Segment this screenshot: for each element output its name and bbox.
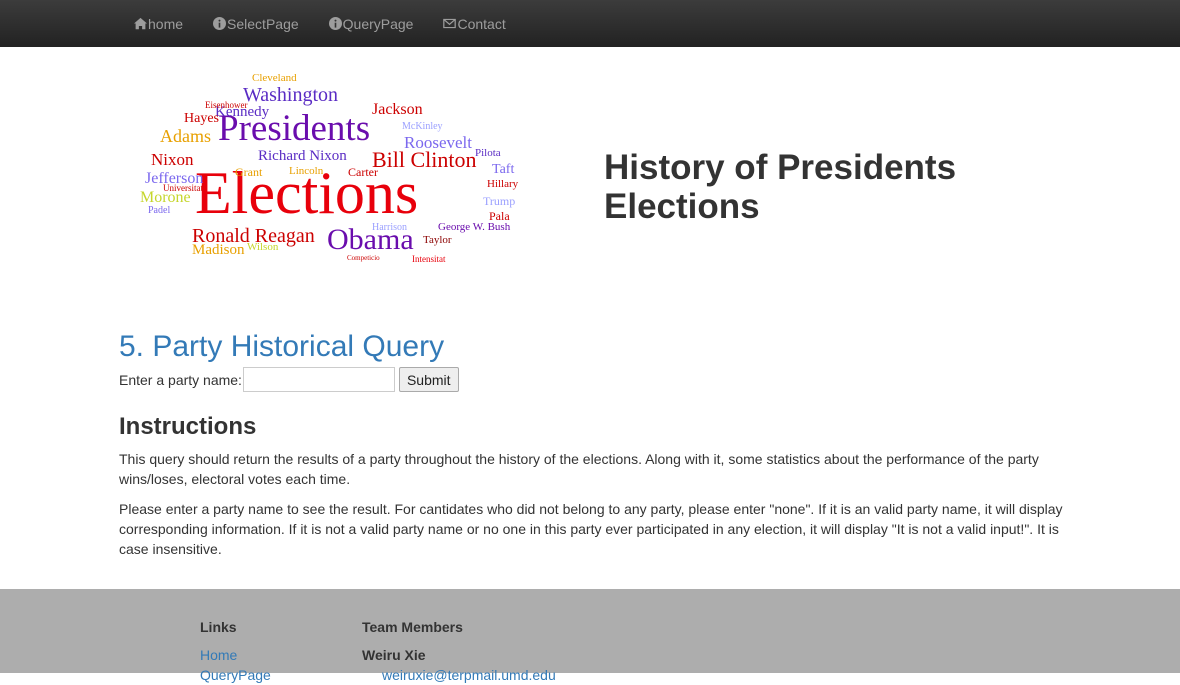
footer-link-home[interactable]: Home bbox=[200, 645, 271, 665]
party-name-input[interactable] bbox=[242, 367, 395, 392]
cloud-word: Taylor bbox=[423, 234, 452, 246]
cloud-word: Carter bbox=[348, 165, 378, 179]
cloud-word: Trump bbox=[483, 194, 516, 208]
footer-link-querypage[interactable]: QueryPage bbox=[200, 665, 271, 685]
nav-home[interactable]: home bbox=[134, 16, 183, 32]
cloud-word: Hillary bbox=[487, 178, 519, 190]
cloud-word: Madison bbox=[192, 242, 245, 258]
instructions-paragraph-2: Please enter a party name to see the res… bbox=[119, 501, 1063, 557]
footer: Links Home QueryPage Team Members Weiru … bbox=[0, 589, 1180, 683]
cloud-word: Grant bbox=[235, 165, 263, 179]
cloud-word: Taft bbox=[492, 162, 515, 177]
section-title: 5. Party Historical Query bbox=[119, 330, 445, 363]
home-icon bbox=[134, 17, 147, 30]
cloud-word: George W. Bush bbox=[438, 221, 511, 233]
cloud-word: Roosevelt bbox=[404, 133, 472, 152]
cloud-word: Adams bbox=[160, 126, 211, 146]
cloud-word: Pilota bbox=[475, 147, 501, 159]
nav-select-page[interactable]: SelectPage bbox=[213, 16, 299, 32]
nav-query-page[interactable]: QueryPage bbox=[328, 16, 413, 32]
cloud-word: Competicio bbox=[347, 254, 380, 262]
cloud-word: Lincoln bbox=[289, 165, 324, 177]
cloud-word: Eisenhower bbox=[205, 100, 248, 110]
cloud-word: Jackson bbox=[372, 101, 423, 118]
envelope-icon bbox=[443, 18, 457, 29]
team-member-email[interactable]: weiruxie@terpmail.umd.edu bbox=[362, 665, 556, 685]
cloud-word: McKinley bbox=[402, 121, 443, 132]
cloud-word: Richard Nixon bbox=[258, 148, 347, 164]
cloud-word: Bill Clinton bbox=[372, 147, 477, 172]
nav-contact[interactable]: Contact bbox=[443, 16, 506, 32]
cloud-word: Cleveland bbox=[252, 72, 297, 84]
cloud-word: Washington bbox=[243, 84, 339, 106]
word-cloud-image: Elections Presidents Obama Bill Clinton Rona… bbox=[140, 65, 530, 270]
info-icon bbox=[213, 17, 227, 30]
cloud-word: Intensitat bbox=[412, 254, 446, 264]
footer-links-title: Links bbox=[200, 619, 237, 635]
cloud-word: Padel bbox=[148, 205, 171, 216]
instructions-paragraph-1: This query should return the results of … bbox=[119, 451, 1039, 487]
submit-button[interactable]: Submit bbox=[398, 367, 459, 392]
cloud-word: Harrison bbox=[372, 222, 407, 233]
cloud-word: Universitat bbox=[163, 183, 203, 193]
page-title: History of Presidents Elections bbox=[604, 148, 957, 226]
cloud-word: Wilson bbox=[247, 241, 279, 253]
team-member-name: Weiru Xie bbox=[362, 647, 426, 663]
footer-team-title: Team Members bbox=[362, 619, 463, 635]
footer-links: Links Home QueryPage bbox=[200, 619, 271, 685]
info-icon bbox=[328, 17, 342, 30]
party-name-label: Enter a party name: bbox=[119, 371, 242, 388]
instructions-heading: Instructions bbox=[119, 413, 257, 440]
top-navbar: home SelectPage QueryPage Contact bbox=[0, 0, 1180, 47]
party-query-form: Enter a party name: Submit bbox=[119, 367, 459, 392]
cloud-word: Nixon bbox=[151, 150, 194, 169]
cloud-word: Hayes bbox=[184, 111, 219, 126]
footer-team: Team Members Weiru Xie weiruxie@terpmail… bbox=[362, 619, 556, 685]
